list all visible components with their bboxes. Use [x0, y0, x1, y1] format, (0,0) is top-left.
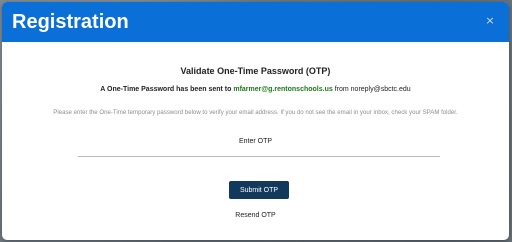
registration-modal: Registration × Validate One-Time Passwor…: [2, 2, 509, 240]
resend-otp-link[interactable]: Resend OTP: [2, 212, 509, 219]
otp-sent-prefix: A One-Time Password has been sent to: [100, 86, 232, 93]
modal-title: Registration: [12, 11, 129, 33]
otp-instructions: Please enter the One-Time temporary pass…: [53, 109, 458, 116]
modal-header: Registration ×: [2, 2, 509, 42]
otp-heading: Validate One-Time Password (OTP): [180, 66, 331, 76]
otp-sent-message: A One-Time Password has been sent to mfa…: [2, 86, 509, 93]
otp-sent-from: noreply@sbctc.edu: [350, 86, 411, 93]
otp-sent-from-prefix: from: [334, 86, 349, 93]
otp-input-label: Enter OTP: [238, 138, 273, 145]
modal-body: Validate One-Time Password (OTP) A One-T…: [2, 42, 509, 240]
otp-input[interactable]: [78, 148, 440, 157]
close-icon[interactable]: ×: [483, 14, 497, 28]
submit-otp-button[interactable]: Submit OTP: [229, 181, 289, 199]
otp-sent-email: mfarmer@g.rentonschools.us: [233, 86, 333, 93]
